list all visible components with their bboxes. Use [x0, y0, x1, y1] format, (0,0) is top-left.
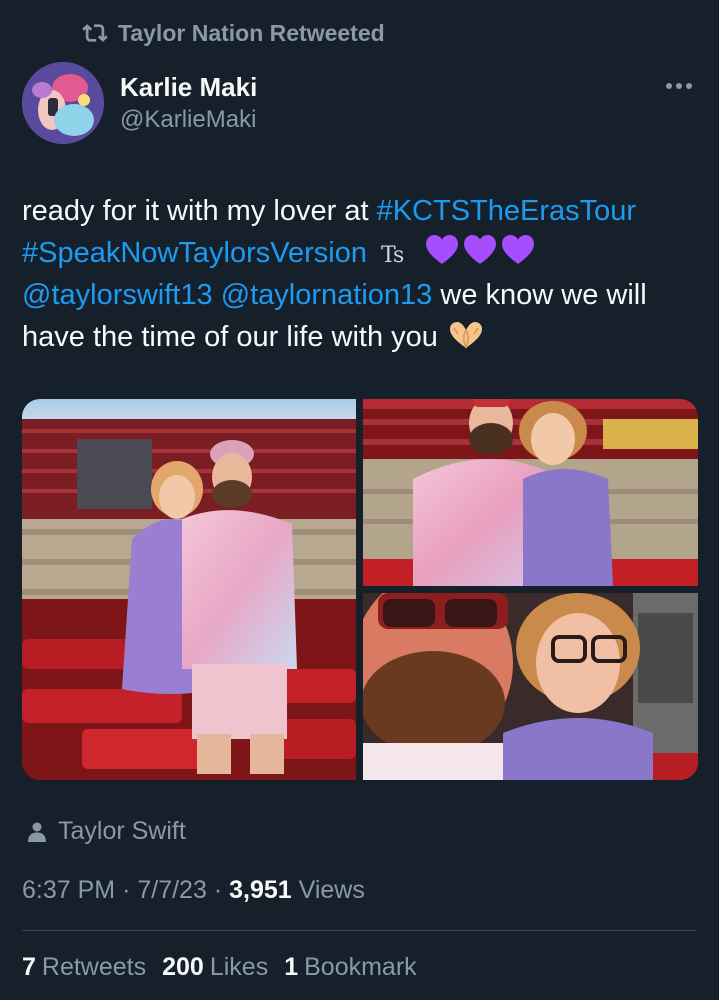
bookmarks-count: 1 — [284, 953, 299, 981]
tagged-name: Taylor Swift — [58, 817, 186, 845]
retweet-header-label: Taylor Nation Retweeted — [118, 19, 385, 46]
tweet-meta: 6:37 PM · 7/7/23 · 3,951 Views — [22, 876, 365, 905]
mention-link[interactable]: @taylornation13 — [221, 279, 433, 311]
tweet-line-2: #SpeakNowTaylorsVersion Ts — [22, 232, 702, 274]
tweet-photo-2[interactable] — [363, 399, 698, 586]
retweet-header[interactable]: Taylor Nation Retweeted — [82, 18, 385, 48]
purple-heart-icon — [426, 235, 459, 264]
tweet-line-3: @taylorswift13 @taylornation13 we know w… — [22, 274, 702, 316]
meta-separator: · — [213, 876, 230, 904]
avatar[interactable] — [22, 62, 104, 144]
more-options-button[interactable] — [661, 72, 697, 100]
views-count: 3,951 — [229, 876, 292, 904]
author-name[interactable]: Karlie Maki — [120, 72, 257, 103]
retweets-stat[interactable]: 7 Retweets — [22, 953, 146, 982]
likes-count: 200 — [162, 953, 204, 981]
tweet-photo-3[interactable] — [363, 593, 698, 780]
more-options-icon — [666, 83, 692, 89]
tweet-page: Taylor Nation Retweeted Karlie Maki @Kar… — [0, 0, 719, 1000]
tweet-line-4: have the time of our life with you — [22, 316, 702, 358]
bookmarks-stat[interactable]: 1 Bookmark — [284, 953, 416, 982]
retweets-count: 7 — [22, 953, 36, 981]
retweets-label: Retweets — [41, 953, 147, 981]
hashtag-link[interactable]: #SpeakNowTaylorsVersion — [22, 237, 367, 269]
tagged-people[interactable]: Taylor Swift — [28, 817, 186, 846]
mention-link[interactable]: @taylorswift13 — [22, 279, 213, 311]
purple-heart-icon — [502, 235, 535, 264]
ts-emoji: Ts — [380, 243, 404, 268]
tweet-photo-1[interactable] — [22, 399, 356, 780]
tweet-date[interactable]: 7/7/23 — [137, 876, 207, 904]
views-label: Views — [298, 876, 365, 904]
tweet-time[interactable]: 6:37 PM — [22, 876, 115, 904]
hashtag-link[interactable]: #KCTSTheErasTour — [377, 195, 637, 227]
divider — [22, 930, 697, 931]
heart-hands-icon — [449, 322, 482, 349]
retweet-icon — [82, 24, 108, 42]
likes-stat[interactable]: 200 Likes — [162, 953, 268, 982]
tweet-text-part: we know we will — [432, 279, 647, 311]
tweet-line-1: ready for it with my lover at #KCTSTheEr… — [22, 190, 702, 232]
tweet-text-part: have the time of our life with you — [22, 321, 438, 353]
purple-heart-icon — [464, 235, 497, 264]
author-handle[interactable]: @KarlieMaki — [120, 106, 256, 134]
tweet-text-part: ready for it with my lover at — [22, 195, 377, 227]
tweet-text: ready for it with my lover at #KCTSTheEr… — [22, 190, 702, 358]
person-icon — [28, 822, 46, 842]
bookmarks-label: Bookmark — [304, 953, 417, 981]
engagement-stats: 7 Retweets 200 Likes 1 Bookmark — [22, 953, 417, 982]
likes-label: Likes — [209, 953, 269, 981]
meta-separator: · — [122, 876, 138, 904]
